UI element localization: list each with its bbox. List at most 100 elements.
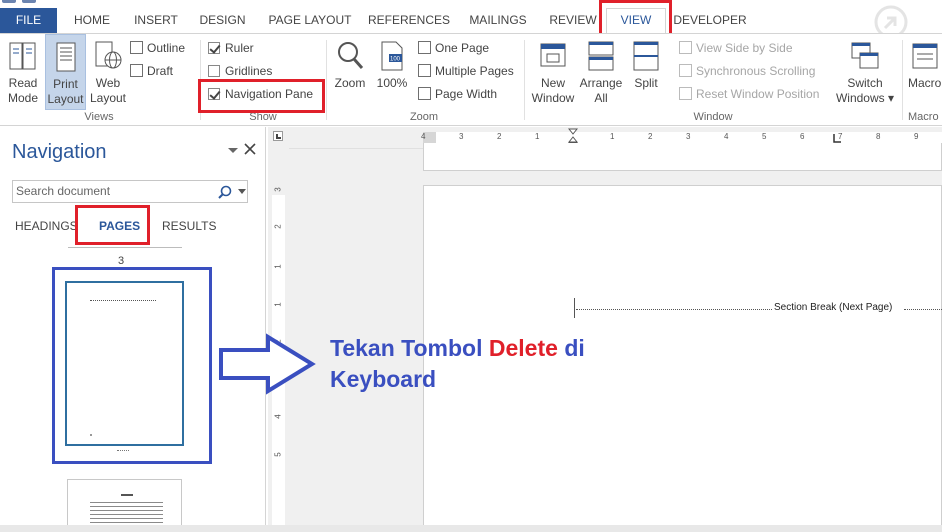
horizontal-ruler-number: 2	[497, 132, 502, 141]
page-width-button[interactable]: Page Width	[418, 84, 497, 104]
outline-button[interactable]: Outline	[130, 38, 185, 58]
view-side-by-side-label: View Side by Side	[696, 41, 793, 55]
draft-label: Draft	[147, 64, 174, 78]
section-break-line-left	[576, 309, 772, 310]
chevron-down-icon[interactable]	[227, 147, 239, 155]
search-icon[interactable]	[218, 185, 232, 199]
horizontal-ruler-number: 3	[686, 132, 691, 141]
view-side-by-side-button[interactable]: View Side by Side	[679, 38, 793, 58]
multiple-pages-button[interactable]: Multiple Pages	[418, 61, 514, 81]
reset-window-position-icon	[679, 87, 692, 100]
tab-review[interactable]: REVIEW	[546, 8, 600, 33]
highlight-view-tab	[599, 0, 672, 37]
highlight-page-thumbnail	[52, 267, 212, 464]
section-break-line-right	[904, 309, 942, 310]
ribbon-view: Read Mode Print Layout Web Layout Outlin…	[0, 33, 942, 126]
arrange-all-button[interactable]: Arrange All	[578, 34, 624, 110]
tab-underline	[68, 247, 182, 248]
draft-button[interactable]: Draft	[130, 61, 173, 81]
one-page-button[interactable]: One Page	[418, 38, 489, 58]
web-layout-label: Web	[95, 76, 121, 90]
new-window-button[interactable]: New Window	[530, 34, 576, 110]
read-mode-label-2: Mode	[7, 91, 39, 105]
group-divider	[902, 40, 903, 120]
ruler-check-icon	[208, 42, 220, 54]
multiple-pages-label: Multiple Pages	[435, 64, 514, 78]
search-dropdown-icon[interactable]	[238, 189, 246, 195]
switch-windows-label: Switch	[847, 76, 883, 90]
horizontal-ruler-number: 2	[648, 132, 653, 141]
tab-mailings[interactable]: MAILINGS	[464, 8, 532, 33]
title-strip	[0, 0, 942, 8]
tab-page-layout[interactable]: PAGE LAYOUT	[265, 8, 355, 33]
group-divider	[326, 40, 327, 120]
tab-references[interactable]: REFERENCES	[368, 8, 450, 33]
page-width-icon	[418, 87, 431, 100]
split-button[interactable]: Split	[627, 34, 665, 110]
magnifier-icon	[338, 42, 364, 69]
instruction-annotation: Tekan Tombol Delete di Keyboard	[330, 333, 585, 395]
read-mode-icon	[9, 42, 36, 70]
annotation-text-2: di	[564, 335, 585, 361]
text-cursor	[574, 298, 575, 318]
read-mode-label: Read	[8, 76, 38, 90]
tab-insert[interactable]: INSERT	[130, 8, 182, 33]
gridlines-checkbox[interactable]: Gridlines	[208, 61, 272, 81]
zoom-button[interactable]: Zoom	[331, 34, 369, 110]
reset-window-position-button[interactable]: Reset Window Position	[679, 84, 819, 104]
highlight-navigation-pane	[198, 79, 325, 113]
svg-text:100: 100	[390, 57, 401, 63]
horizontal-ruler-number: 1	[610, 132, 615, 141]
tab-file[interactable]: FILE	[0, 8, 57, 33]
qat-icon[interactable]	[22, 0, 36, 3]
vertical-ruler-number: 5	[273, 452, 283, 457]
switch-windows-button[interactable]: Switch Windows ▾	[834, 34, 896, 110]
multiple-pages-icon	[418, 64, 431, 77]
web-layout-icon	[95, 41, 122, 69]
arrange-all-label-2: All	[594, 91, 608, 105]
horizontal-scrollbar[interactable]	[0, 525, 942, 532]
tab-design[interactable]: DESIGN	[195, 8, 250, 33]
arrow-right-icon	[219, 333, 316, 395]
vertical-ruler-number: 1	[273, 264, 283, 269]
tab-headings[interactable]: HEADINGS	[15, 219, 78, 233]
horizontal-ruler-number: 4	[724, 132, 729, 141]
zoom-100-icon: 100	[381, 41, 403, 71]
tab-developer[interactable]: DEVELOPER	[672, 8, 748, 33]
tab-selector-icon[interactable]	[273, 131, 283, 141]
draft-icon	[130, 64, 143, 77]
web-layout-button[interactable]: Web Layout	[88, 34, 128, 110]
synchronous-scrolling-button[interactable]: Synchronous Scrolling	[679, 61, 815, 81]
switch-windows-icon	[851, 42, 879, 69]
view-side-by-side-icon	[679, 41, 692, 54]
macros-button[interactable]: Macro	[906, 34, 942, 110]
horizontal-ruler-number: 4	[421, 132, 426, 141]
macros-icon	[912, 43, 938, 69]
ruler-label: Ruler	[225, 41, 254, 55]
print-layout-label-2: Layout	[47, 92, 84, 106]
zoom-100-button[interactable]: 100 100%	[374, 34, 410, 110]
thumb-title	[121, 494, 133, 496]
page-width-label: Page Width	[435, 87, 498, 101]
outline-label: Outline	[147, 41, 186, 55]
close-icon[interactable]	[244, 143, 256, 155]
qat-icon[interactable]	[2, 0, 16, 3]
print-layout-icon	[56, 42, 75, 72]
gridlines-label: Gridlines	[225, 64, 273, 78]
annotation-highlight: Delete	[488, 335, 558, 361]
search-input[interactable]: Search document	[12, 180, 248, 203]
synchronous-scrolling-label: Synchronous Scrolling	[696, 64, 816, 78]
page-thumbnail[interactable]	[67, 479, 182, 532]
read-mode-button[interactable]: Read Mode	[2, 34, 44, 110]
macros-group-label: Macro	[908, 111, 939, 123]
vertical-ruler-number: 4	[273, 414, 283, 419]
ruler-checkbox[interactable]: Ruler	[208, 38, 254, 58]
vertical-ruler-number: 2	[273, 224, 283, 229]
tab-home[interactable]: HOME	[66, 8, 118, 33]
outline-icon	[130, 41, 143, 54]
zoom-group-label: Zoom	[409, 111, 439, 123]
ribbon-tabs: FILE HOME INSERT DESIGN PAGE LAYOUT REFE…	[0, 5, 942, 39]
print-layout-button[interactable]: Print Layout	[45, 34, 86, 110]
annotation-text-3: Keyboard	[330, 366, 437, 392]
tab-results[interactable]: RESULTS	[162, 219, 216, 233]
